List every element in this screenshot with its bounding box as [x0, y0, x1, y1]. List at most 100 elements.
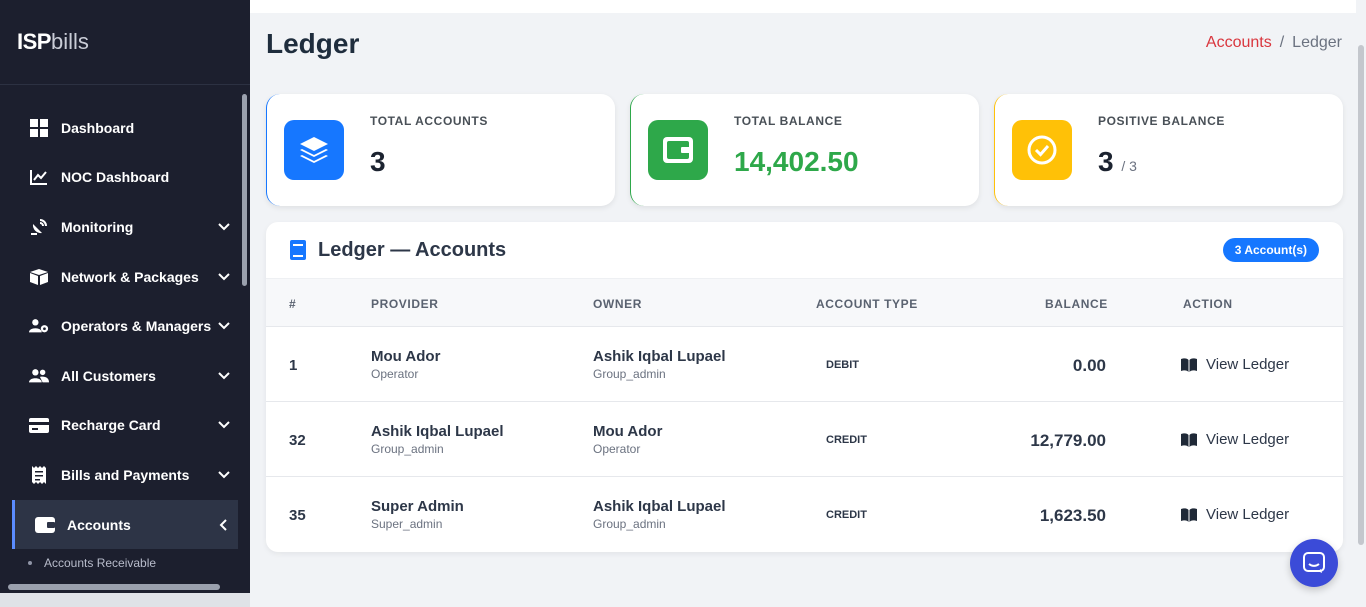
table-row: 1 Mou Ador Operator Ashik Iqbal Lupael G…	[266, 327, 1343, 402]
sidebar-item-label: Recharge Card	[61, 417, 161, 434]
stat-card-total-accounts: TOTAL ACCOUNTS 3	[266, 94, 615, 206]
chevron-down-icon	[218, 272, 230, 280]
account-type: CREDIT	[826, 509, 867, 521]
sidebar: ISP bills Dashboard NOC Dashboard Monito…	[0, 0, 250, 607]
top-bar	[250, 0, 1356, 13]
sidebar-item-label: NOC Dashboard	[61, 169, 170, 186]
page-scrollbar-thumb[interactable]	[1358, 45, 1364, 545]
owner-cell: Ashik Iqbal Lupael Group_admin	[593, 348, 726, 381]
credit-card-icon	[29, 415, 49, 435]
sidebar-item-label: All Customers	[61, 367, 156, 384]
wallet-icon	[35, 515, 55, 535]
owner-role: Group_admin	[593, 367, 666, 381]
users-icon	[29, 366, 49, 386]
chevron-down-icon	[218, 471, 230, 479]
owner-cell: Ashik Iqbal Lupael Group_admin	[593, 498, 726, 531]
account-count-badge: 3 Account(s)	[1222, 238, 1319, 262]
stat-label: TOTAL ACCOUNTS	[370, 114, 488, 128]
sidebar-item-noc-dashboard[interactable]: NOC Dashboard	[0, 153, 238, 203]
view-ledger-label: View Ledger	[1206, 506, 1290, 523]
ledger-card-title: Ledger — Accounts	[318, 238, 507, 261]
page-scrollbar[interactable]	[1356, 45, 1366, 545]
breadcrumb: Accounts / Ledger	[1206, 34, 1342, 52]
chat-launcher-button[interactable]	[1290, 539, 1338, 587]
chevron-down-icon	[218, 223, 230, 231]
sidebar-vertical-scrollbar[interactable]	[242, 94, 247, 286]
sidebar-item-recharge-card[interactable]: Recharge Card	[0, 401, 238, 451]
book-open-icon	[1181, 357, 1197, 372]
balance-value: 1,623.50	[1039, 506, 1106, 525]
stat-value: 3	[370, 146, 386, 177]
sidebar-item-label: Network & Packages	[61, 268, 199, 285]
sidebar-item-label: Accounts	[67, 516, 131, 533]
sidebar-item-label: Bills and Payments	[61, 466, 190, 483]
stat-card-total-balance: TOTAL BALANCE 14,402.50	[630, 94, 979, 206]
row-number: 32	[289, 432, 306, 449]
sidebar-item-operators-managers[interactable]: Operators & Managers	[0, 301, 238, 351]
chat-icon	[1303, 552, 1325, 573]
stat-label: TOTAL BALANCE	[734, 114, 843, 128]
owner-cell: Mou Ador Operator	[593, 423, 662, 456]
view-ledger-link[interactable]: View Ledger	[1181, 506, 1289, 523]
column-header-balance: BALANCE	[1045, 297, 1108, 311]
users-cog-icon	[29, 316, 49, 336]
book-open-icon	[1181, 507, 1197, 522]
column-header-owner: OWNER	[593, 297, 642, 311]
breadcrumb-current: Ledger	[1292, 34, 1342, 51]
account-type: CREDIT	[826, 434, 867, 446]
sidebar-item-dashboard[interactable]: Dashboard	[0, 103, 238, 153]
sidebar-item-label: Monitoring	[61, 218, 134, 235]
sidebar-item-network-packages[interactable]: Network & Packages	[0, 252, 238, 302]
receipt-icon	[29, 465, 49, 485]
breadcrumb-link-accounts[interactable]: Accounts	[1206, 34, 1272, 51]
provider-role: Operator	[371, 367, 419, 381]
chevron-down-icon	[218, 372, 230, 380]
owner-name: Ashik Iqbal Lupael	[593, 498, 726, 515]
page-title: Ledger	[266, 28, 360, 59]
stat-suffix: / 3	[1121, 158, 1137, 174]
view-ledger-label: View Ledger	[1206, 356, 1290, 373]
provider-role: Super_admin	[371, 517, 443, 531]
stat-value-wrap: 3 / 3	[1098, 146, 1137, 178]
ledger-card: Ledger — Accounts 3 Account(s) # PROVIDE…	[266, 222, 1343, 552]
stat-value: 14,402.50	[734, 146, 859, 177]
table-row: 32 Ashik Iqbal Lupael Group_admin Mou Ad…	[266, 402, 1343, 477]
brand-isp: ISP	[17, 29, 51, 54]
boxes-icon	[29, 267, 49, 287]
sidebar-horizontal-scroll-track	[0, 593, 250, 607]
sidebar-item-label: Dashboard	[61, 119, 135, 136]
bullet-dot	[28, 561, 32, 565]
sidebar-item-label: Operators & Managers	[61, 318, 212, 335]
sidebar-item-all-customers[interactable]: All Customers	[0, 351, 238, 401]
sidebar-item-bills-payments[interactable]: Bills and Payments	[0, 450, 238, 500]
owner-role: Group_admin	[593, 517, 666, 531]
brand-bills: bills	[50, 29, 89, 54]
sidebar-item-monitoring[interactable]: Monitoring	[0, 202, 238, 252]
column-header-account-type: ACCOUNT TYPE	[816, 297, 918, 311]
balance-value: 0.00	[1072, 356, 1106, 375]
brand-logo[interactable]: ISP bills	[0, 0, 250, 85]
provider-name: Ashik Iqbal Lupael	[371, 423, 504, 440]
column-header-provider: PROVIDER	[371, 297, 439, 311]
provider-name: Mou Ador	[371, 348, 441, 365]
sidebar-item-accounts[interactable]: Accounts	[12, 499, 238, 550]
provider-cell: Ashik Iqbal Lupael Group_admin	[371, 423, 504, 456]
sidebar-horizontal-scrollbar[interactable]	[8, 584, 220, 590]
table-row: 35 Super Admin Super_admin Ashik Iqbal L…	[266, 477, 1343, 552]
view-ledger-link[interactable]: View Ledger	[1181, 431, 1289, 448]
grid-icon	[29, 118, 49, 138]
sidebar-subitem-accounts-receivable[interactable]: Accounts Receivable	[28, 556, 156, 570]
provider-role: Group_admin	[371, 442, 444, 456]
row-number: 1	[289, 357, 298, 374]
satellite-dish-icon	[29, 217, 49, 237]
owner-name: Ashik Iqbal Lupael	[593, 348, 726, 365]
breadcrumb-separator: /	[1279, 34, 1285, 51]
view-ledger-link[interactable]: View Ledger	[1181, 356, 1289, 373]
owner-role: Operator	[593, 442, 641, 456]
provider-cell: Mou Ador Operator	[371, 348, 440, 381]
wallet-icon	[648, 120, 708, 180]
chart-line-icon	[29, 167, 49, 187]
view-ledger-label: View Ledger	[1206, 431, 1290, 448]
sidebar-subitem-label: Accounts Receivable	[44, 556, 157, 570]
ledger-card-header: Ledger — Accounts	[266, 222, 1343, 278]
